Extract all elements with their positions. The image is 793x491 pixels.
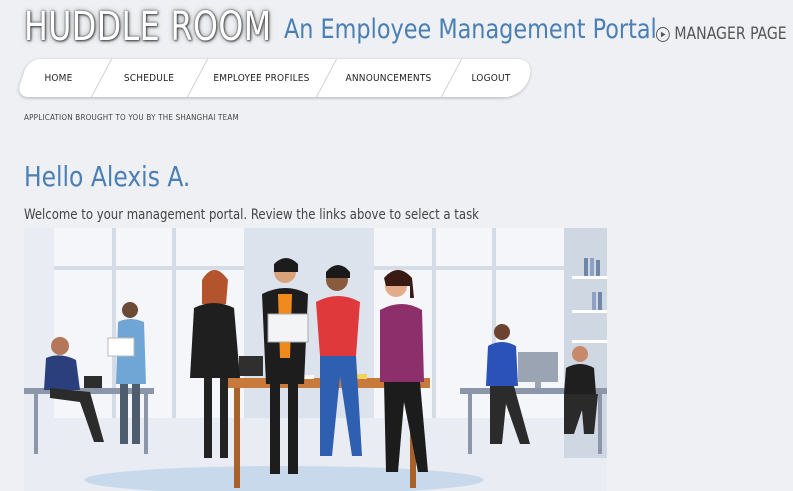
nav-item-label: ANNOUNCEMENTS xyxy=(345,72,432,84)
office-team-illustration xyxy=(24,228,607,491)
team-credit: APPLICATION BROUGHT TO YOU BY THE SHANGH… xyxy=(24,113,239,122)
welcome-text: Welcome to your management portal. Revie… xyxy=(24,207,479,223)
nav-item-employee-profiles[interactable]: EMPLOYEE PROFILES xyxy=(186,59,326,97)
nav-item-logout[interactable]: LOGOUT xyxy=(440,59,531,97)
nav-item-announcements[interactable]: ANNOUNCEMENTS xyxy=(315,59,451,97)
greeting-heading: Hello Alexis A. xyxy=(24,160,191,193)
app-subtitle: An Employee Management Portal xyxy=(284,14,657,45)
nav-item-home[interactable]: HOME xyxy=(16,59,101,97)
play-circle-icon xyxy=(656,26,670,42)
app-brand-title: HUDDLE ROOM xyxy=(24,4,272,50)
manager-page-label: MANAGER PAGE xyxy=(674,24,787,44)
nav-item-label: LOGOUT xyxy=(471,72,511,84)
nav-item-label: EMPLOYEE PROFILES xyxy=(213,72,310,84)
manager-page-link[interactable]: MANAGER PAGE xyxy=(656,24,787,44)
main-nav: HOME SCHEDULE EMPLOYEE PROFILES ANNOUNCE… xyxy=(16,59,531,97)
nav-item-schedule[interactable]: SCHEDULE xyxy=(90,59,197,97)
nav-item-label: HOME xyxy=(44,72,73,84)
nav-item-label: SCHEDULE xyxy=(123,72,175,84)
